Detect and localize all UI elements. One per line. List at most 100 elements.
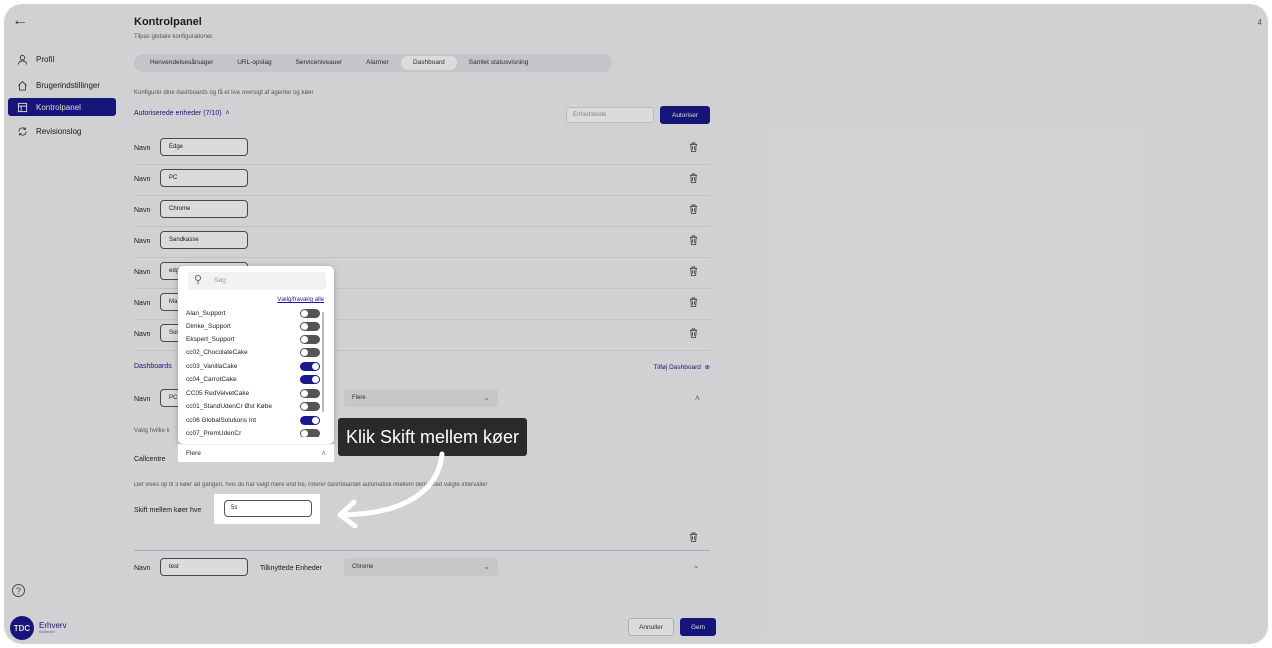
queue-item[interactable]: Ekspert_Support <box>186 333 320 346</box>
device-row: Navn Edge <box>134 134 710 165</box>
tab-henvendelsesarsager[interactable]: Henvendelsesårsager <box>138 56 225 70</box>
dashboard-name-input[interactable]: test <box>160 558 248 576</box>
queue-search-input[interactable]: Søg <box>188 272 326 290</box>
chevron-up-icon: ˄ <box>223 110 230 117</box>
tab-samlet-statusvisning[interactable]: Samlet statusvisning <box>457 56 541 70</box>
tab-dashboard[interactable]: Dashboard <box>400 56 457 70</box>
sidebar: ← Profil Brugerindstillinger Kontrolpane… <box>4 4 120 644</box>
select-all-link[interactable]: Vælg/fravælg alle <box>277 297 324 303</box>
queue-toggle[interactable] <box>300 389 320 398</box>
authorize-button[interactable]: Autoriser <box>660 106 710 124</box>
collapse-chevron-icon[interactable]: ˄ <box>695 393 700 403</box>
sidebar-item-profil[interactable]: Profil <box>8 50 116 68</box>
home-icon <box>16 79 28 91</box>
queue-label: Ekspert_Support <box>186 336 235 343</box>
tab-serviceniveauer[interactable]: Serviceniveauer <box>284 56 355 70</box>
queue-label: cc06 GlobalSolutions Int <box>186 417 257 424</box>
linked-devices-select[interactable]: Chrome ⌄ <box>344 558 498 576</box>
expand-chevron-icon[interactable]: ⌄ <box>692 560 700 571</box>
tab-alarmer[interactable]: Alarmer <box>354 56 401 70</box>
name-label: Navn <box>134 207 151 214</box>
queue-item[interactable]: Alan_Support <box>186 307 320 320</box>
help-icon[interactable]: ? <box>12 584 25 597</box>
queue-toggle[interactable] <box>300 335 320 344</box>
queue-toggle[interactable] <box>300 322 320 331</box>
logo-subtext: Scheved <box>39 629 55 634</box>
chevron-up-icon: ˄ <box>321 449 326 458</box>
trash-icon[interactable] <box>689 328 698 338</box>
queue-item[interactable]: cc04_CarrotCake <box>186 373 320 386</box>
queue-toggle[interactable] <box>300 309 320 318</box>
queue-toggle[interactable] <box>300 402 320 411</box>
add-dashboard-link[interactable]: Tilføj Dashboard ⊕ <box>653 363 710 371</box>
tab-bar: Henvendelsesårsager URL-opslag Serviceni… <box>134 54 612 72</box>
linked-devices-select[interactable]: Flere ⌄ <box>344 389 498 407</box>
tab-url-opslag[interactable]: URL-opslag <box>225 56 283 70</box>
name-label: Navn <box>134 238 151 245</box>
back-arrow-icon[interactable]: ← <box>12 12 28 30</box>
select-value: Flere <box>352 395 366 401</box>
name-label: Navn <box>134 300 151 307</box>
trash-icon[interactable] <box>689 204 698 214</box>
linked-devices-label: Tilknyttede Enheder <box>260 565 322 572</box>
queue-item[interactable]: cc02_ChocolateCake <box>186 346 320 359</box>
queue-toggle[interactable] <box>300 375 320 384</box>
logo-text: Erhverv Scheved <box>39 622 67 634</box>
device-name-input[interactable]: Chrome <box>160 200 248 218</box>
queue-toggle[interactable] <box>300 348 320 357</box>
select-value: Chrome <box>352 564 374 570</box>
devices-toggle[interactable]: Autoriserede enheder (7/10) ˄ <box>134 110 230 117</box>
queue-item[interactable]: Dimke_Support <box>186 320 320 333</box>
queue-item[interactable]: cc03_VanillaCake <box>186 360 320 373</box>
cancel-button[interactable]: Annuller <box>628 618 674 636</box>
callcentre-select[interactable]: Flere ˄ <box>178 444 334 462</box>
queue-toggle[interactable] <box>300 416 320 425</box>
sidebar-item-revisionslog[interactable]: Revisionslog <box>8 122 116 140</box>
device-name-input[interactable]: Sandkasse <box>160 231 248 249</box>
search-icon: ⚲ <box>194 274 203 286</box>
queue-label: cc04_CarrotCake <box>186 376 237 383</box>
queue-label: Dimke_Support <box>186 323 231 330</box>
trash-icon[interactable] <box>689 297 698 307</box>
queue-toggle[interactable] <box>300 362 320 371</box>
queue-item[interactable]: CC05 RedVelvetCake <box>186 387 320 400</box>
queues-hint: Vælg hvilke k <box>134 428 170 434</box>
trash-icon[interactable] <box>689 532 698 542</box>
device-name-input[interactable]: PC <box>160 169 248 187</box>
queue-label: cc02_ChocolateCake <box>186 349 248 356</box>
chevron-down-icon: ⌄ <box>483 562 490 571</box>
sidebar-item-label: Profil <box>36 54 55 64</box>
queue-item[interactable]: cc07_PremUdenCr <box>186 427 320 437</box>
device-code-input[interactable]: Enhedskode <box>566 107 654 123</box>
queue-label: cc07_PremUdenCr <box>186 430 242 437</box>
queue-toggle[interactable] <box>300 429 320 437</box>
device-row: Navn Chrome <box>134 196 710 227</box>
queue-item[interactable]: cc06 GlobalSolutions Int <box>186 414 320 427</box>
trash-icon[interactable] <box>689 142 698 152</box>
user-icon <box>16 53 28 65</box>
device-row: Navn PC <box>134 165 710 196</box>
plus-circle-icon: ⊕ <box>702 364 710 371</box>
name-label: Navn <box>134 176 151 183</box>
queue-label: Alan_Support <box>186 310 226 317</box>
trash-icon[interactable] <box>689 235 698 245</box>
sync-icon <box>16 125 28 137</box>
dropdown-scrollbar[interactable] <box>322 312 324 412</box>
corner-mark: 4 <box>1257 18 1262 27</box>
queue-item[interactable]: cc01_StandUdenCr Øst Købe <box>186 400 320 413</box>
sidebar-item-brugerindstillinger[interactable]: Brugerindstillinger <box>8 76 116 94</box>
page-title: Kontrolpanel <box>134 16 202 28</box>
device-name-input[interactable]: Edge <box>160 138 248 156</box>
name-label: Navn <box>134 331 151 338</box>
sidebar-item-kontrolpanel[interactable]: Kontrolpanel <box>8 98 116 116</box>
queue-label: CC05 RedVelvetCake <box>186 390 250 397</box>
queue-label: cc03_VanillaCake <box>186 363 238 370</box>
callcentre-label: Callcentre <box>134 456 166 463</box>
name-label: Navn <box>134 565 151 572</box>
add-dashboard-label: Tilføj Dashboard <box>653 364 701 371</box>
queue-select-dropdown: ⚲ Søg Vælg/fravælg alle Alan_Support Dim… <box>178 266 334 462</box>
save-button[interactable]: Gem <box>680 618 716 636</box>
switch-interval-input[interactable]: 5s <box>224 500 312 517</box>
trash-icon[interactable] <box>689 266 698 276</box>
trash-icon[interactable] <box>689 173 698 183</box>
